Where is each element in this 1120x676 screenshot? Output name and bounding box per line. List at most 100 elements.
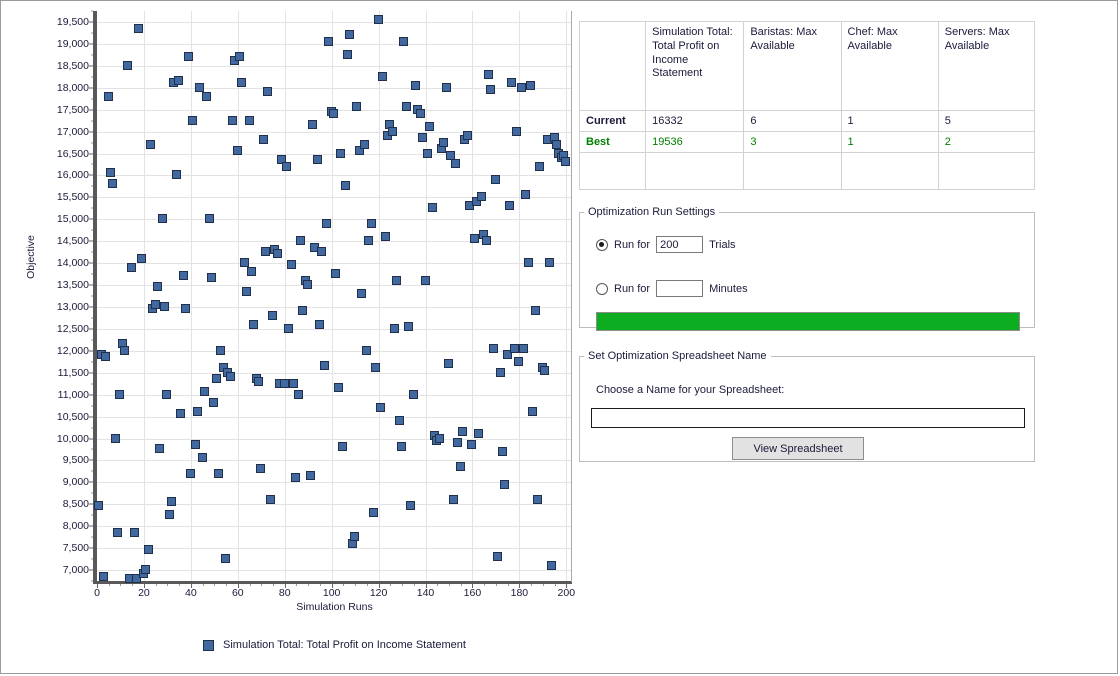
scatter-point — [279, 378, 289, 388]
y-axis-tick-label: 15,500 — [56, 191, 89, 204]
gridline-horizontal — [97, 197, 571, 199]
x-axis-tick-label: 0 — [94, 587, 100, 599]
scatter-point — [120, 345, 130, 355]
x-axis-minor-tick — [120, 584, 122, 586]
scatter-point — [141, 565, 151, 575]
scatter-point — [153, 282, 162, 292]
legend-label: Simulation Total: Total Profit on Income… — [223, 639, 466, 651]
y-axis-tick-label: 16,000 — [56, 169, 89, 182]
x-axis-minor-tick — [167, 584, 169, 586]
scatter-point — [143, 545, 153, 555]
scatter-point — [441, 82, 451, 92]
gridline-horizontal — [97, 153, 571, 155]
trials-input[interactable] — [656, 236, 704, 253]
x-axis-tick-label: 60 — [231, 587, 244, 599]
x-axis-tick — [425, 584, 427, 588]
x-axis-minor-tick — [495, 584, 497, 586]
y-axis-minor-tick — [91, 295, 93, 297]
x-axis-tick — [331, 584, 333, 588]
y-axis-tick — [89, 503, 93, 505]
scatter-point — [526, 80, 536, 90]
scatter-point — [204, 214, 214, 224]
scatter-point — [209, 398, 219, 408]
scatter-point — [221, 554, 231, 564]
x-axis-minor-tick — [437, 584, 439, 586]
scatter-point — [232, 146, 242, 156]
x-axis-minor-tick — [460, 584, 462, 586]
scatter-point — [371, 363, 381, 373]
x-axis-tick-label: 80 — [278, 587, 291, 599]
gridline-vertical — [472, 11, 474, 581]
optimization-scatter-chart: 7,000 7,500 8,000 8,500 9,000 9,500 10,000 10,5… — [5, 3, 577, 668]
y-axis-minor-tick — [91, 76, 93, 78]
scatter-point — [397, 442, 407, 452]
scatter-point — [404, 321, 414, 331]
scatter-point — [244, 115, 254, 125]
scatter-point — [293, 389, 303, 399]
y-axis-minor-tick — [91, 427, 93, 429]
header-cell-corner — [578, 21, 647, 111]
radio-run-trials[interactable] — [596, 238, 608, 251]
gridline-horizontal — [97, 43, 571, 45]
scatter-point — [434, 433, 444, 443]
run-minutes-row[interactable]: Run for Minutes — [596, 280, 748, 297]
x-axis-minor-tick — [507, 584, 509, 586]
spreadsheet-name-input[interactable] — [591, 408, 1025, 428]
scatter-point — [540, 365, 550, 375]
scatter-point — [530, 306, 540, 316]
scatter-point — [451, 159, 461, 169]
scatter-point — [110, 433, 120, 443]
scatter-point — [493, 551, 503, 561]
y-axis-tick-label: 13,000 — [56, 300, 89, 313]
scatter-point — [206, 273, 216, 283]
scatter-point — [185, 468, 195, 478]
gridline-horizontal — [97, 570, 571, 572]
scatter-point — [390, 323, 399, 333]
run-trials-row[interactable]: Run for Trials — [596, 236, 736, 253]
x-axis-minor-tick — [214, 584, 216, 586]
x-axis-minor-tick — [542, 584, 544, 586]
x-axis-tick-label: 160 — [463, 587, 482, 599]
scatter-point — [512, 126, 522, 136]
x-axis-minor-tick — [308, 584, 310, 586]
scatter-point — [551, 139, 561, 149]
x-axis-minor-tick — [108, 584, 110, 586]
gridline-vertical — [190, 11, 192, 581]
x-axis-minor-tick — [296, 584, 298, 586]
scatter-point — [303, 280, 313, 290]
scatter-point — [415, 109, 425, 119]
scatter-point — [202, 91, 212, 101]
scatter-point — [343, 49, 353, 59]
y-axis-minor-tick — [91, 54, 93, 56]
y-axis-tick-label: 14,000 — [56, 257, 89, 270]
empty-cell-4 — [937, 152, 1036, 190]
gridline-horizontal — [97, 460, 571, 462]
scatter-point — [253, 376, 263, 386]
best-chef: 1 — [840, 131, 939, 153]
minutes-input[interactable] — [656, 280, 704, 297]
x-axis-tick-label: 40 — [185, 587, 197, 599]
gridline-vertical — [378, 11, 380, 581]
scatter-point — [474, 429, 484, 439]
scatter-point — [197, 453, 207, 463]
y-axis-tick-label: 7,000 — [62, 564, 89, 577]
radio-run-minutes[interactable] — [596, 282, 608, 295]
gridline-horizontal — [97, 241, 571, 243]
scatter-point — [500, 479, 510, 489]
y-axis-tick — [89, 438, 93, 439]
gridline-horizontal — [97, 416, 571, 418]
view-spreadsheet-button[interactable]: View Spreadsheet — [732, 437, 864, 460]
empty-cell-1 — [645, 152, 745, 190]
scatter-point — [333, 383, 343, 393]
scatter-point — [483, 69, 493, 79]
x-axis-minor-tick — [413, 584, 415, 586]
x-axis-tick — [284, 584, 286, 588]
scatter-point — [256, 464, 266, 474]
scatter-point — [239, 258, 249, 268]
scatter-point — [331, 269, 341, 279]
y-axis-tick-label: 9,000 — [62, 476, 89, 489]
scatter-point — [519, 343, 529, 353]
scatter-point — [324, 36, 334, 46]
y-axis-tick-label: 15,000 — [56, 213, 89, 226]
y-axis-minor-tick — [91, 405, 93, 407]
